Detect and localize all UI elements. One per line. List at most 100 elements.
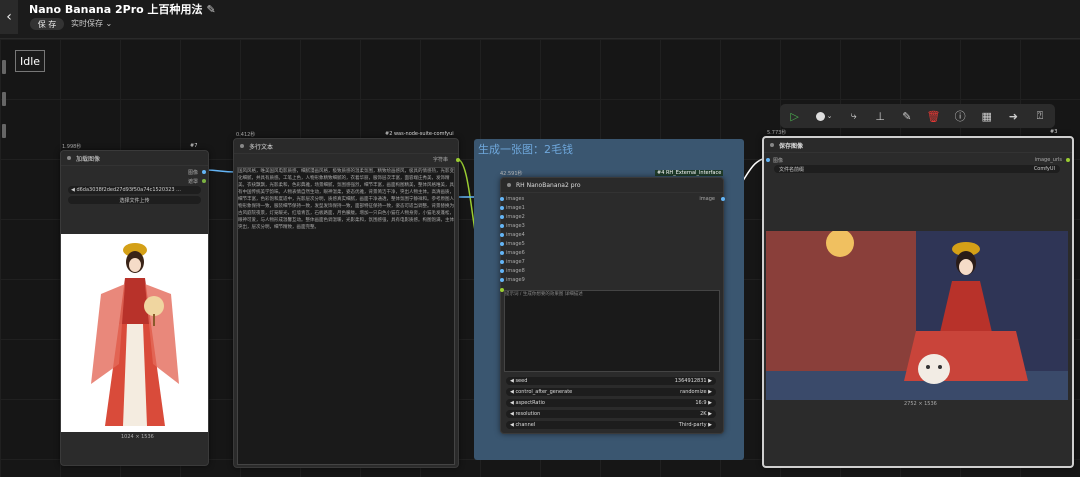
widget-label: aspectRatio — [515, 400, 545, 406]
image-select[interactable]: ◀ d6da3038f2ded27d93f50a74c1520323 ... — [68, 186, 201, 194]
arrow-right-icon[interactable]: ➜ — [1002, 104, 1025, 128]
input-label: image8 — [506, 268, 525, 274]
side-tool[interactable] — [2, 92, 6, 106]
widget-value: 16:9 — [695, 400, 707, 406]
load-node-badge: #7 — [190, 143, 198, 149]
prompt-placeholder: 提示词 / 生成你想要的效果图 详细描述 — [505, 292, 583, 297]
input-socket[interactable] — [500, 197, 504, 201]
image-size: 1024 × 1536 — [121, 434, 154, 440]
autosave-dropdown[interactable]: 实时保存 ⌄ — [71, 18, 112, 29]
widget-label: seed — [515, 378, 528, 384]
widget-value: 1364912831 — [674, 378, 707, 384]
output-string-label: 字符串 — [432, 157, 448, 163]
input-label: image2 — [506, 214, 525, 220]
widget-value: randomize — [680, 389, 707, 395]
side-tool[interactable] — [2, 60, 6, 74]
widget-value-wrap: 1364912831 ▶ — [674, 378, 712, 384]
widget-control-after-generate[interactable]: ◀ control_after_generate randomize ▶ — [506, 388, 716, 396]
arrow-left-icon: ‹ — [6, 9, 12, 25]
input-socket[interactable] — [500, 278, 504, 282]
edit-icon[interactable]: ✎ — [895, 104, 918, 128]
side-tool[interactable] — [2, 124, 6, 138]
prompt-input[interactable]: 提示词 / 生成你想要的效果图 详细描述 — [504, 290, 720, 372]
collapse-dot[interactable] — [240, 144, 244, 148]
output-socket-image[interactable] — [202, 170, 206, 174]
widget-label: channel — [515, 422, 536, 428]
status-idle: Idle — [15, 50, 45, 72]
widget-seed[interactable]: ◀ seed 1364912831 ▶ — [506, 377, 716, 385]
output-socket-mask[interactable] — [202, 179, 206, 183]
node-header[interactable]: 多行文本 — [234, 139, 458, 154]
apps-icon[interactable]: ▦ — [975, 104, 998, 128]
input-socket[interactable] — [500, 233, 504, 237]
prefix-label: 文件名前缀 — [779, 166, 805, 173]
node-header[interactable]: 加载图像 — [61, 151, 208, 166]
widget-value-wrap: Third-party ▶ — [678, 422, 712, 428]
group-title[interactable]: 生成一张图：2毛钱 — [478, 141, 573, 157]
collapse-dot[interactable] — [507, 183, 511, 187]
widget-name: ◀ channel — [510, 422, 536, 428]
widget-resolution[interactable]: ◀ resolution 2K ▶ — [506, 410, 716, 418]
widget-name: ◀ control_after_generate — [510, 389, 573, 395]
input-socket[interactable] — [500, 260, 504, 264]
output-socket-image[interactable] — [721, 197, 725, 201]
output-socket-string[interactable] — [456, 158, 460, 162]
save-node-time: 5.773秒 — [767, 130, 787, 136]
input-socket[interactable] — [500, 215, 504, 219]
input-socket[interactable] — [500, 224, 504, 228]
multiline-text-node[interactable]: 多行文本 字符串 国风风格，唯美国风电影质感，细腻漫画风格，极致质感的温柔氛围，… — [233, 138, 460, 468]
workflow-title[interactable]: Nano Banana 2Pro 上百种用法 ✎ — [29, 1, 216, 17]
node-header[interactable]: 保存图像 — [764, 138, 1072, 153]
node-title: 加载图像 — [76, 155, 101, 163]
chevron-down-icon: ⌄ — [105, 19, 113, 28]
bypass-icon[interactable]: ⤷ — [842, 104, 865, 128]
input-label: images — [506, 196, 525, 202]
help-icon[interactable]: ⍰ — [1028, 104, 1051, 128]
input-socket[interactable] — [500, 269, 504, 273]
play-icon[interactable]: ▷ — [783, 104, 806, 128]
autosave-label: 实时保存 — [71, 19, 103, 28]
save-image-node[interactable]: 保存图像 图像 image_urls 文件名前缀 ComfyUI 2752 × 1… — [762, 136, 1074, 468]
output-image-label: image — [699, 196, 715, 202]
filename: d6da3038f2ded27d93f50a74c1520323 ... — [76, 187, 181, 193]
load-image-node[interactable]: 加载图像 图像 遮罩 ◀ d6da3038f2ded27d93f50a74c15… — [60, 150, 209, 466]
input-label: image6 — [506, 250, 525, 256]
prompt-textarea[interactable]: 国风风格，唯美国风电影质感，细腻漫画风格，极致质感的温柔氛围，精致绘画感风，极具… — [237, 167, 455, 465]
upload-button[interactable]: 选择文件上传 — [68, 196, 201, 204]
load-node-time: 1.998秒 — [62, 144, 82, 150]
color-circle-icon[interactable]: ⌄ — [810, 104, 839, 128]
node-title: 多行文本 — [249, 143, 274, 151]
input-label: image9 — [506, 277, 525, 283]
pencil-icon[interactable]: ✎ — [207, 3, 216, 16]
widget-value-wrap: 2K ▶ — [700, 411, 712, 417]
save-button[interactable]: 保 存 — [30, 18, 64, 30]
output-mask-label: 遮罩 — [187, 179, 198, 185]
save-node-badge: #3 — [1050, 129, 1058, 135]
widget-name: ◀ seed — [510, 378, 528, 384]
rh-node-time: 42.591秒 — [500, 171, 523, 177]
info-icon[interactable]: ⓘ — [949, 104, 972, 128]
filename-prefix-input[interactable]: 文件名前缀 ComfyUI — [774, 165, 1060, 173]
selection-toolbar: ▷ ⌄ ⤷ ⊥ ✎ 🗑 ⓘ ▦ ➜ ⍰ — [780, 104, 1055, 128]
pin-icon[interactable]: ⊥ — [869, 104, 892, 128]
widget-channel[interactable]: ◀ channel Third-party ▶ — [506, 421, 716, 429]
input-socket-image[interactable] — [766, 158, 770, 162]
input-socket[interactable] — [500, 206, 504, 210]
output-scene — [766, 231, 1068, 400]
preview-image — [61, 234, 208, 432]
node-header[interactable]: RH NanoBanana2 pro — [501, 178, 723, 193]
collapse-dot[interactable] — [67, 156, 71, 160]
collapse-dot[interactable] — [770, 143, 774, 147]
widget-aspect-ratio[interactable]: ◀ aspectRatio 16:9 ▶ — [506, 399, 716, 407]
back-button[interactable]: ‹ — [0, 0, 18, 34]
widget-value: Third-party — [678, 422, 707, 428]
output-socket-urls[interactable] — [1066, 158, 1070, 162]
side-tools — [0, 50, 8, 220]
input-label: image3 — [506, 223, 525, 229]
input-socket[interactable] — [500, 242, 504, 246]
widget-value-wrap: randomize ▶ — [680, 389, 712, 395]
delete-icon[interactable]: 🗑 — [922, 104, 945, 128]
input-socket[interactable] — [500, 251, 504, 255]
output-preview-image — [766, 231, 1068, 400]
prompt-text: 国风风格，唯美国风电影质感，细腻漫画风格，极致质感的温柔氛围，精致绘画感风，极具… — [238, 169, 454, 230]
